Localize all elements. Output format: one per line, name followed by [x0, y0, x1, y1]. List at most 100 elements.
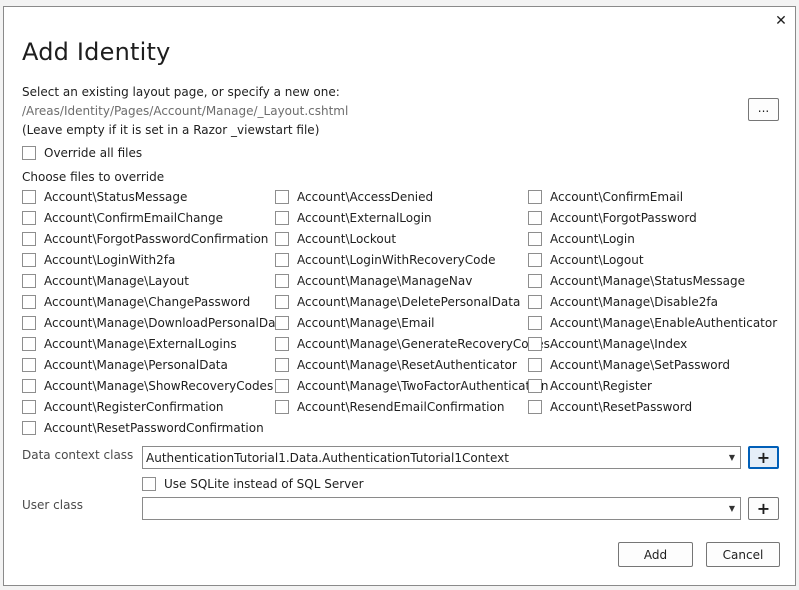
checkbox-box[interactable] [528, 337, 542, 351]
file-checkbox[interactable]: Account\Login [528, 231, 635, 247]
add-user-class-button[interactable]: + [748, 497, 779, 520]
file-checkbox[interactable]: Account\Manage\Index [528, 336, 687, 352]
file-checkbox-label: Account\Manage\SetPassword [550, 358, 730, 372]
checkbox-box[interactable] [528, 379, 542, 393]
file-checkbox-label: Account\ForgotPasswordConfirmation [44, 232, 269, 246]
checkbox-box[interactable] [22, 379, 36, 393]
file-checkbox-label: Account\Lockout [297, 232, 397, 246]
file-checkbox[interactable]: Account\Manage\Layout [22, 273, 189, 289]
file-checkbox[interactable]: Account\ResetPasswordConfirmation [22, 420, 264, 436]
file-checkbox[interactable]: Account\Lockout [275, 231, 396, 247]
checkbox-box[interactable] [528, 274, 542, 288]
file-checkbox-label: Account\Manage\Layout [44, 274, 189, 288]
file-checkbox[interactable]: Account\ConfirmEmailChange [22, 210, 223, 226]
checkbox-box[interactable] [528, 190, 542, 204]
checkbox-box[interactable] [22, 274, 36, 288]
dropdown-arrow-icon[interactable]: ▼ [724, 498, 740, 519]
override-all-checkbox[interactable]: Override all files [22, 145, 142, 161]
checkbox-box[interactable] [275, 253, 289, 267]
file-checkbox-label: Account\LoginWith2fa [44, 253, 176, 267]
checkbox-box[interactable] [22, 421, 36, 435]
user-class-combobox[interactable]: ▼ [142, 497, 741, 520]
checkbox-box[interactable] [22, 400, 36, 414]
checkbox-box[interactable] [22, 146, 36, 160]
file-checkbox[interactable]: Account\Manage\EnableAuthenticator [528, 315, 777, 331]
checkbox-box[interactable] [22, 211, 36, 225]
checkbox-box[interactable] [275, 232, 289, 246]
file-checkbox[interactable]: Account\Manage\StatusMessage [528, 273, 745, 289]
checkbox-box[interactable] [275, 400, 289, 414]
close-icon[interactable]: ✕ [770, 10, 792, 32]
browse-layout-button[interactable]: ... [748, 98, 779, 121]
checkbox-box[interactable] [22, 358, 36, 372]
checkbox-box[interactable] [22, 190, 36, 204]
file-checkbox-label: Account\Register [550, 379, 652, 393]
checkbox-box[interactable] [528, 358, 542, 372]
file-checkbox[interactable]: Account\ResendEmailConfirmation [275, 399, 504, 415]
file-checkbox[interactable]: Account\ExternalLogin [275, 210, 432, 226]
checkbox-box[interactable] [22, 253, 36, 267]
checkbox-box[interactable] [142, 477, 156, 491]
file-checkbox[interactable]: Account\ConfirmEmail [528, 189, 683, 205]
file-checkbox[interactable]: Account\ResetPassword [528, 399, 692, 415]
sqlite-label: Use SQLite instead of SQL Server [164, 477, 364, 491]
file-checkbox[interactable]: Account\Manage\ShowRecoveryCodes [22, 378, 273, 394]
file-checkbox[interactable]: Account\Manage\Email [275, 315, 435, 331]
checkbox-box[interactable] [275, 211, 289, 225]
file-checkbox[interactable]: Account\ForgotPasswordConfirmation [22, 231, 268, 247]
checkbox-box[interactable] [22, 295, 36, 309]
file-checkbox[interactable]: Account\Manage\ChangePassword [22, 294, 250, 310]
file-checkbox-label: Account\Manage\TwoFactorAuthentication [297, 379, 549, 393]
add-data-context-button[interactable]: + [748, 446, 779, 469]
file-checkbox[interactable]: Account\Logout [528, 252, 644, 268]
file-checkbox-label: Account\Manage\ChangePassword [44, 295, 251, 309]
file-checkbox[interactable]: Account\Manage\Disable2fa [528, 294, 718, 310]
checkbox-box[interactable] [22, 337, 36, 351]
checkbox-box[interactable] [528, 316, 542, 330]
checkbox-box[interactable] [275, 358, 289, 372]
checkbox-box[interactable] [528, 400, 542, 414]
checkbox-box[interactable] [275, 337, 289, 351]
checkbox-box[interactable] [275, 190, 289, 204]
checkbox-box[interactable] [528, 253, 542, 267]
checkbox-box[interactable] [275, 316, 289, 330]
file-checkbox-label: Account\ResetPassword [550, 400, 693, 414]
checkbox-box[interactable] [275, 379, 289, 393]
checkbox-box[interactable] [275, 274, 289, 288]
checkbox-box[interactable] [528, 232, 542, 246]
file-checkbox[interactable]: Account\AccessDenied [275, 189, 433, 205]
file-checkbox[interactable]: Account\Manage\SetPassword [528, 357, 730, 373]
file-checkbox-label: Account\Manage\DeletePersonalData [297, 295, 521, 309]
layout-path-field[interactable]: /Areas/Identity/Pages/Account/Manage/_La… [22, 104, 348, 118]
file-checkbox-label: Account\ConfirmEmailChange [44, 211, 224, 225]
file-checkbox-label: Account\ForgotPassword [550, 211, 697, 225]
file-checkbox-label: Account\Manage\Email [297, 316, 435, 330]
data-context-combobox[interactable]: AuthenticationTutorial1.Data.Authenticat… [142, 446, 741, 469]
file-checkbox[interactable]: Account\Manage\GenerateRecoveryCodes [275, 336, 550, 352]
file-checkbox[interactable]: Account\Manage\DeletePersonalData [275, 294, 520, 310]
checkbox-box[interactable] [528, 295, 542, 309]
file-checkbox[interactable]: Account\StatusMessage [22, 189, 187, 205]
file-checkbox-label: Account\Login [550, 232, 635, 246]
checkbox-box[interactable] [22, 316, 36, 330]
cancel-button[interactable]: Cancel [706, 542, 780, 567]
file-checkbox[interactable]: Account\Manage\ResetAuthenticator [275, 357, 517, 373]
file-checkbox[interactable]: Account\ForgotPassword [528, 210, 697, 226]
file-checkbox[interactable]: Account\Manage\DownloadPersonalData [22, 315, 288, 331]
file-checkbox-label: Account\ResetPasswordConfirmation [44, 421, 264, 435]
file-checkbox[interactable]: Account\LoginWithRecoveryCode [275, 252, 495, 268]
file-checkbox[interactable]: Account\Register [528, 378, 652, 394]
file-checkbox[interactable]: Account\Manage\TwoFactorAuthentication [275, 378, 549, 394]
file-checkbox-label: Account\Manage\ResetAuthenticator [297, 358, 517, 372]
add-button[interactable]: Add [618, 542, 693, 567]
sqlite-checkbox[interactable]: Use SQLite instead of SQL Server [142, 476, 364, 492]
checkbox-box[interactable] [275, 295, 289, 309]
checkbox-box[interactable] [22, 232, 36, 246]
file-checkbox[interactable]: Account\Manage\ManageNav [275, 273, 472, 289]
checkbox-box[interactable] [528, 211, 542, 225]
file-checkbox[interactable]: Account\Manage\PersonalData [22, 357, 228, 373]
dropdown-arrow-icon[interactable]: ▼ [724, 447, 740, 468]
file-checkbox[interactable]: Account\RegisterConfirmation [22, 399, 224, 415]
file-checkbox[interactable]: Account\LoginWith2fa [22, 252, 175, 268]
file-checkbox[interactable]: Account\Manage\ExternalLogins [22, 336, 237, 352]
